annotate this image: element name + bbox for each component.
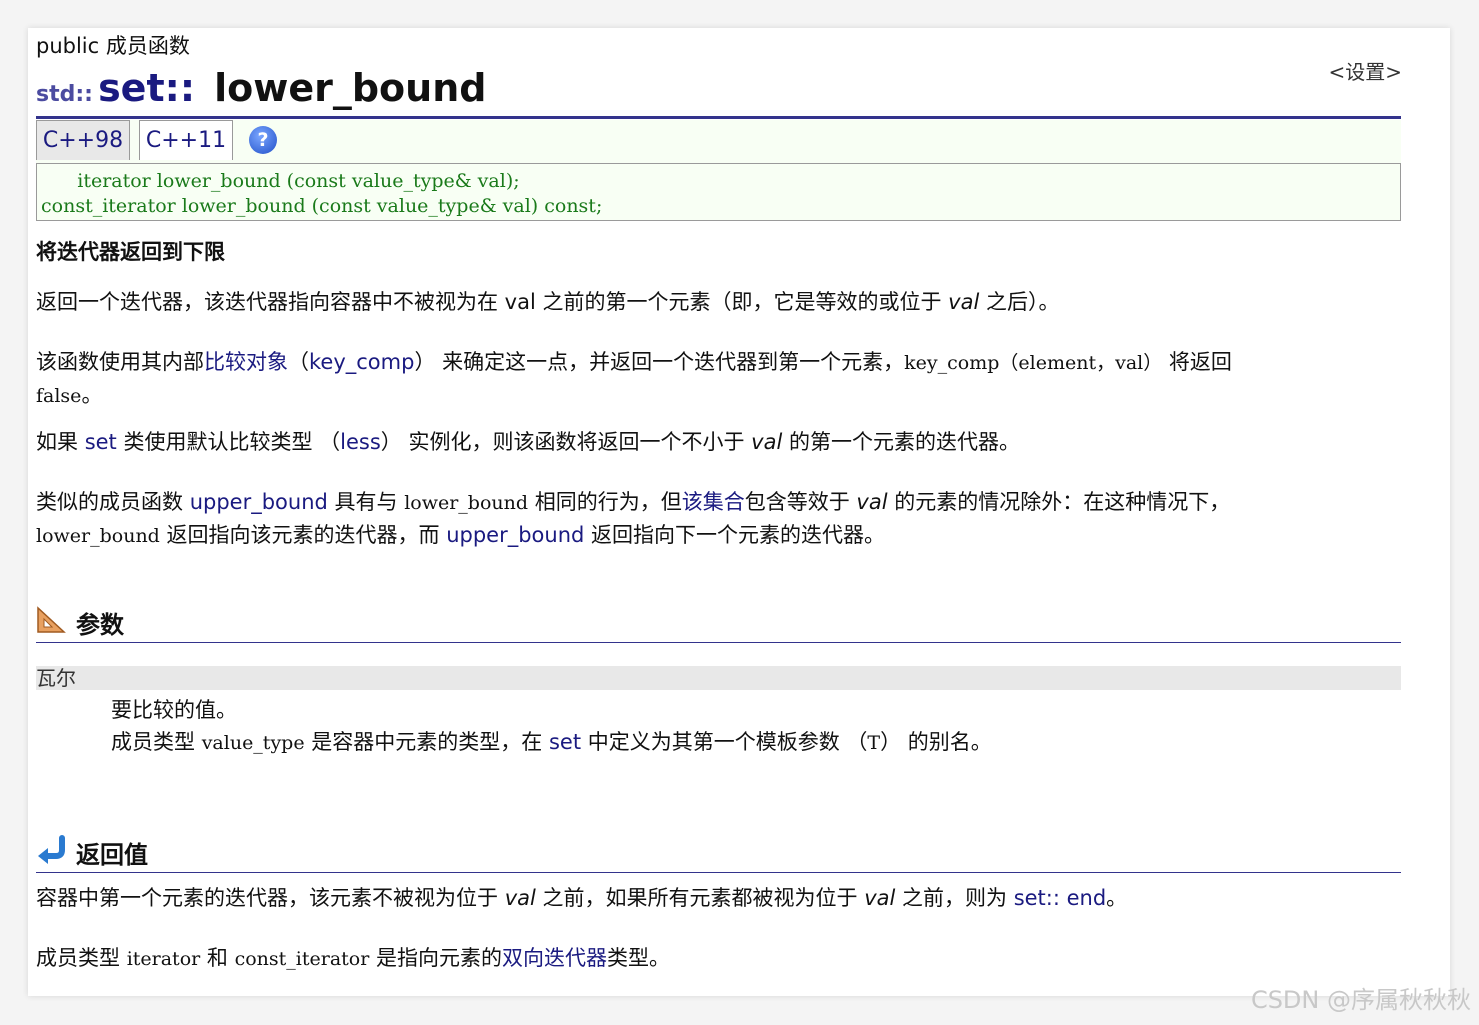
text: 的第一个元素的迭代器。 (782, 430, 1020, 454)
tab-cpp98[interactable]: C++98 (36, 120, 130, 160)
param-ref: val (856, 490, 888, 514)
member-kind-label: public 成员函数 (36, 34, 190, 58)
brief-heading: 将迭代器返回到下限 (36, 240, 225, 264)
text: ） 实例化，则该函数将返回一个不小于 (380, 430, 752, 454)
ruler-icon (37, 606, 66, 633)
bidirectional-iterator-link[interactable]: 双向迭代器 (502, 946, 607, 970)
watermark: CSDN @序属秋秋秋 (1250, 986, 1471, 1014)
return-paragraph: 成员类型 iterator 和 const_iterator 是指向元素的双向迭… (36, 942, 1401, 975)
reference-page: public 成员函数 <设置> std:: set:: lower_bound… (28, 28, 1450, 996)
upper-bound-link[interactable]: upper_bound (446, 523, 584, 547)
text: 之前，如果所有元素都被视为位于 (535, 886, 865, 910)
text: 该函数使用其内部 (36, 350, 204, 374)
page-title: std:: set:: lower_bound (36, 66, 1401, 119)
text: 容器中第一个元素的迭代器，该元素不被视为位于 (36, 886, 505, 910)
return-paragraph: 容器中第一个元素的迭代器，该元素不被视为位于 val 之前，如果所有元素都被视为… (36, 882, 1401, 914)
text: 成员类型 (36, 946, 127, 970)
text: 如果 (36, 430, 85, 454)
code-line: const_iterator lower_bound (const value_… (41, 195, 603, 217)
inline-code: iterator (126, 948, 201, 970)
text: 之前，则为 (895, 886, 1014, 910)
declaration-code: iterator lower_bound (const value_type& … (36, 163, 1401, 221)
class-name[interactable]: set:: (98, 66, 195, 110)
text: 包含等效于 (744, 490, 857, 514)
upper-bound-link[interactable]: upper_bound (190, 490, 328, 514)
param-ref: val (504, 886, 536, 910)
compare-object-link[interactable]: 比较对象 (204, 350, 288, 374)
text: 的元素的情况除外：在这种情况下， (887, 490, 1231, 514)
help-icon[interactable]: ? (249, 126, 277, 154)
text: 返回一个迭代器，该迭代器指向容器中不被视为在 val 之前的第一个元素（即，它是… (36, 290, 949, 314)
text: 成员类型 value_type 是容器中元素的类型，在 set 中定义为其第一个… (111, 726, 992, 759)
text: 具有与 (327, 490, 405, 514)
text: 相同的行为，但 (528, 490, 682, 514)
text: 要比较的值。 (111, 698, 237, 722)
inline-code: false (36, 385, 82, 407)
description-paragraph: 返回一个迭代器，该迭代器指向容器中不被视为在 val 之前的第一个元素（即，它是… (36, 286, 1401, 318)
description-paragraph: 如果 set 类使用默认比较类型 （less） 实例化，则该函数将返回一个不小于… (36, 426, 1401, 458)
inline-code: const_iterator (234, 948, 370, 970)
param-name: 瓦尔 (36, 666, 1401, 690)
key-comp-link[interactable]: key_comp (309, 350, 414, 374)
param-ref: val (864, 886, 896, 910)
text: ） 来确定这一点，并返回一个迭代器到第一个元素， (414, 350, 905, 374)
section-title: 返回值 (76, 841, 148, 869)
text: 成员类型 (111, 730, 202, 754)
param-description: 要比较的值。 成员类型 value_type 是容器中元素的类型，在 set 中… (111, 694, 992, 759)
text: 是指向元素的 (369, 946, 502, 970)
inline-code: lower_bound (36, 525, 160, 547)
inline-code: key_comp（element，val） (904, 352, 1163, 374)
text: 类似的成员函数 (36, 490, 190, 514)
text: 返回指向下一个元素的迭代器。 (584, 523, 886, 547)
text: 返回指向该元素的迭代器，而 (159, 523, 447, 547)
inline-code: lower_bound (404, 492, 529, 514)
text: 中定义为其第一个模板参数 （ (581, 730, 868, 754)
text: （ (288, 350, 309, 374)
parameters-heading: 参数 (36, 604, 1401, 643)
text: 是容器中元素的类型，在 (304, 730, 549, 754)
text: 类型。 (607, 946, 670, 970)
namespace-label: std:: (36, 82, 93, 107)
text: 。 (1106, 886, 1128, 910)
function-name: lower_bound (214, 66, 487, 110)
text: ） 的别名。 (880, 730, 992, 754)
code-line: iterator lower_bound (const value_type& … (41, 170, 520, 192)
description-paragraph: 该函数使用其内部比较对象（key_comp） 来确定这一点，并返回一个迭代器到第… (36, 346, 1401, 412)
description-paragraph: 类似的成员函数 upper_bound 具有与 lower_bound 相同的行… (36, 486, 1401, 552)
text: 。 (81, 383, 103, 407)
set-link[interactable]: set (549, 730, 581, 754)
param-ref: val (751, 430, 783, 454)
text: 和 (200, 946, 235, 970)
inline-code: T (867, 732, 881, 754)
set-end-link[interactable]: set:: end (1014, 886, 1106, 910)
text: 类使用默认比较类型 （ (116, 430, 341, 454)
version-tabs: C++98 C++11 ? (36, 120, 1401, 163)
set-link[interactable]: set (85, 430, 117, 454)
section-title: 参数 (76, 611, 124, 639)
tab-cpp11[interactable]: C++11 (139, 120, 233, 160)
less-link[interactable]: less (340, 430, 381, 454)
param-ref: val (948, 290, 980, 314)
set-collection-link[interactable]: 该集合 (682, 490, 745, 514)
return-arrow-icon (38, 835, 65, 864)
text: 将返回 (1162, 350, 1232, 374)
return-value-heading: 返回值 (36, 834, 1401, 873)
inline-code: value_type (201, 732, 305, 754)
text: 之后）。 (979, 290, 1060, 314)
